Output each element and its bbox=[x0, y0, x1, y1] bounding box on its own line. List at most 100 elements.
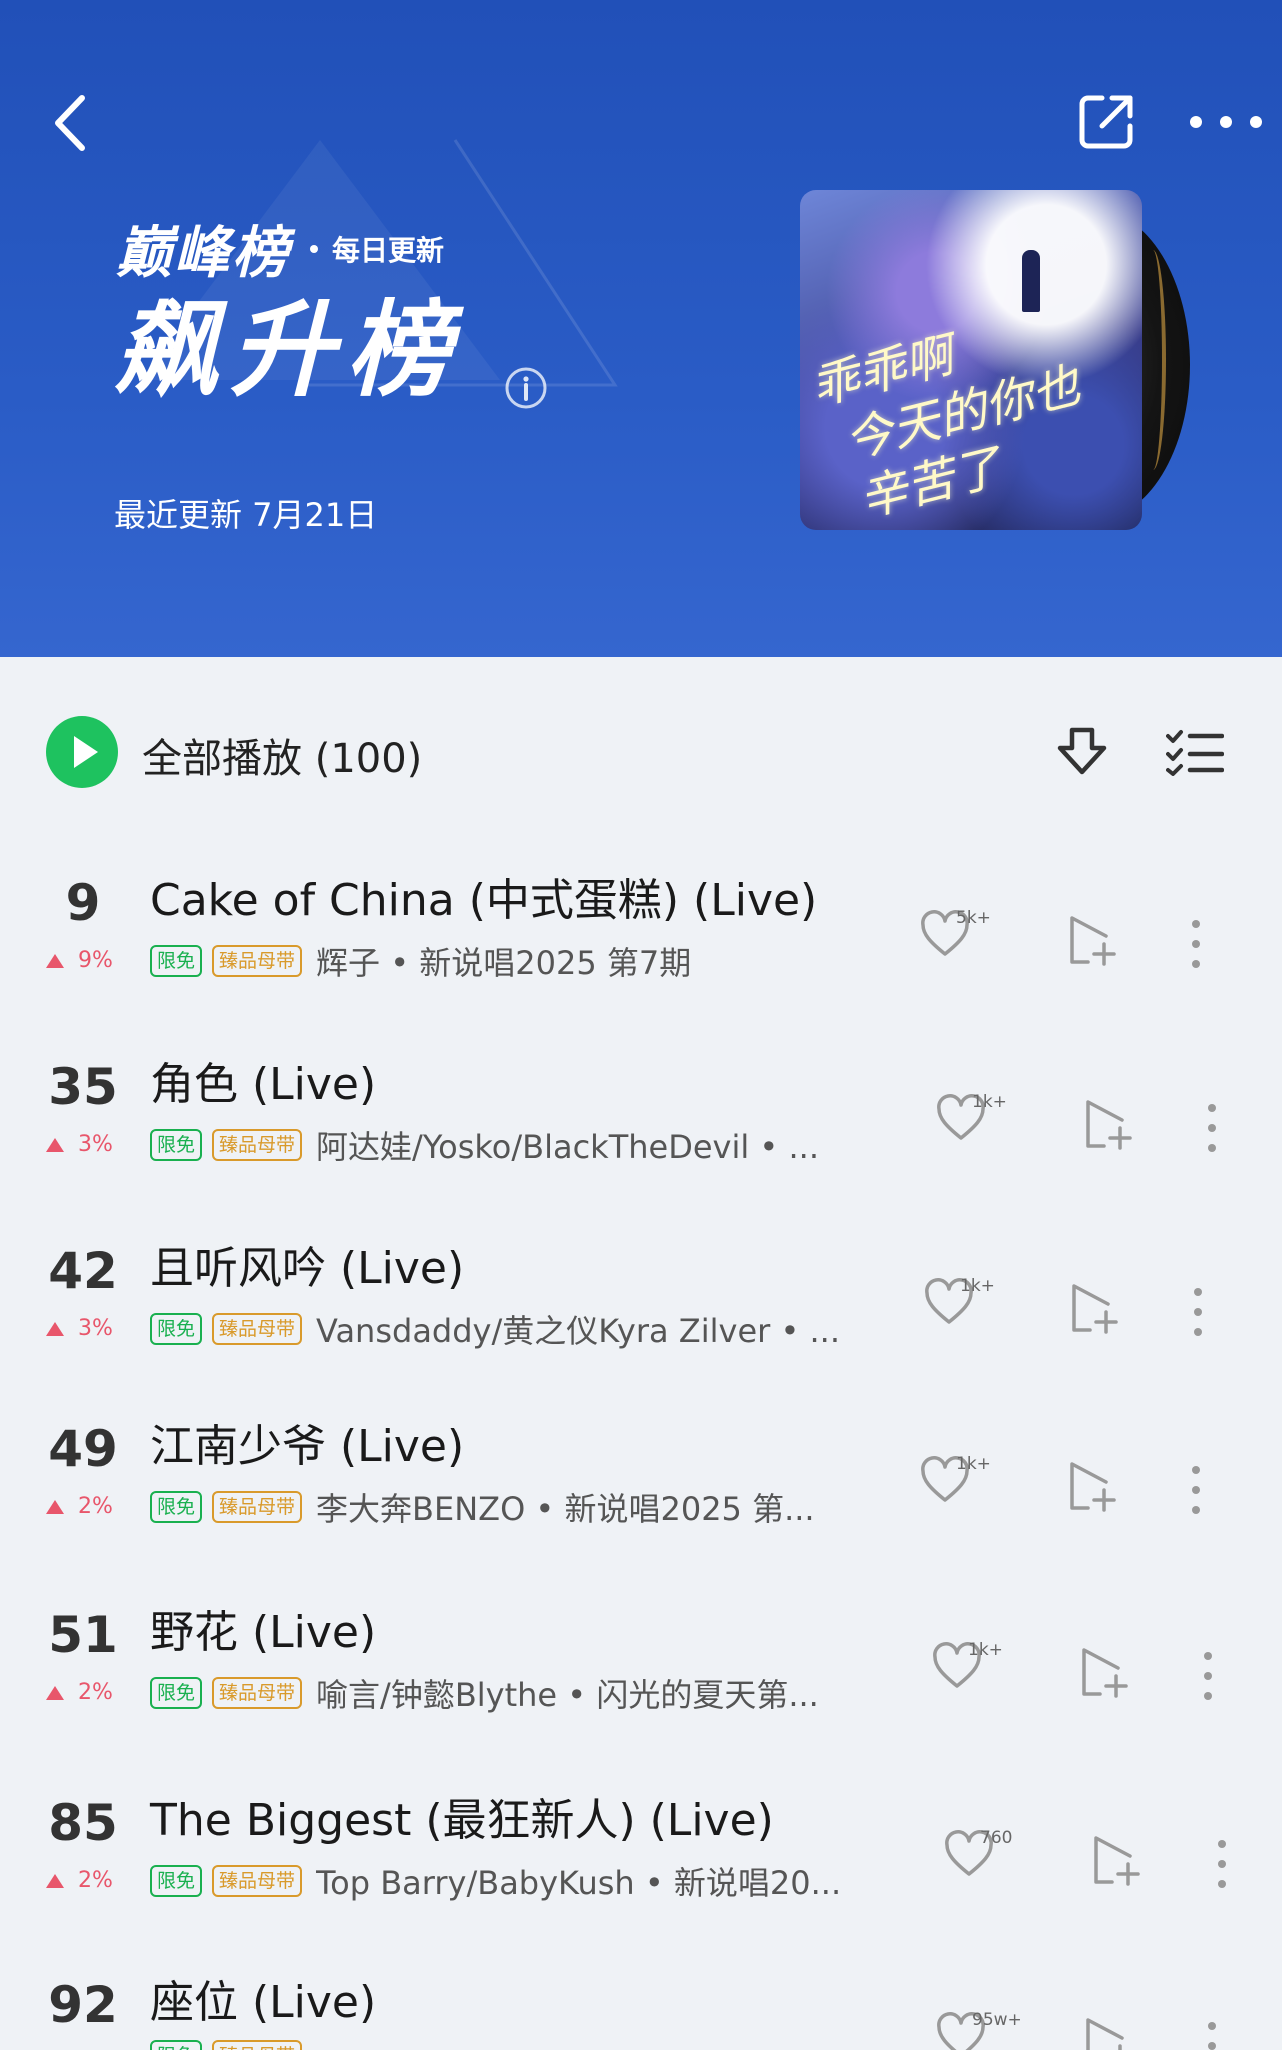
rank-change: 3% bbox=[46, 1132, 113, 1157]
song-title: 江南少爷 (Live) bbox=[150, 1421, 465, 1472]
free-badge: 限免 bbox=[150, 1865, 203, 1897]
cover-artwork-text: 乖乖啊 今天的你也 辛苦了 bbox=[805, 327, 1086, 529]
song-title: The Biggest (最狂新人) (Live) bbox=[150, 1795, 774, 1846]
rank-number: 92 bbox=[48, 1976, 118, 2034]
master-quality-badge: 臻品母带 bbox=[212, 945, 303, 977]
add-to-playlist-icon[interactable] bbox=[1080, 1096, 1136, 1152]
free-badge: 限免 bbox=[150, 1491, 203, 1523]
like-count: 1k+ bbox=[968, 1640, 1003, 1660]
play-all-bar: 全部播放 (100) bbox=[0, 700, 1282, 804]
song-row[interactable]: 9 9% Cake of China (中式蛋糕) (Live) 限免 臻品母带… bbox=[0, 858, 1282, 1038]
song-meta: 限免 臻品母带 bbox=[150, 2040, 900, 2050]
like-count: 760 bbox=[980, 1828, 1013, 1848]
artist-album: 李大奔BENZO • 新说唱2025 第... bbox=[316, 1490, 815, 1528]
vertical-more-icon[interactable] bbox=[1202, 2020, 1222, 2050]
song-title: 角色 (Live) bbox=[150, 1059, 377, 1110]
like-button[interactable]: 1k+ bbox=[924, 1276, 1004, 1338]
vertical-more-icon[interactable] bbox=[1212, 1838, 1232, 1890]
artist-album: 辉子 • 新说唱2025 第7期 bbox=[316, 944, 692, 982]
song-meta: 限免 臻品母带 喻言/钟懿Blythe • 闪光的夏天第... bbox=[150, 1670, 900, 1716]
brand-separator-dot bbox=[310, 244, 318, 253]
free-badge: 限免 bbox=[150, 2040, 203, 2050]
free-badge: 限免 bbox=[150, 1313, 203, 1345]
free-badge: 限免 bbox=[150, 1129, 203, 1161]
like-count: 95w+ bbox=[972, 2010, 1022, 2030]
page-title: 飙升榜 bbox=[114, 289, 463, 411]
master-quality-badge: 臻品母带 bbox=[212, 1313, 303, 1345]
like-button[interactable]: 5k+ bbox=[920, 908, 1000, 970]
song-row[interactable]: 35 3% 角色 (Live) 限免 臻品母带 阿达娃/Yosko/BlackT… bbox=[0, 1042, 1282, 1222]
add-to-playlist-icon[interactable] bbox=[1088, 1832, 1144, 1888]
master-quality-badge: 臻品母带 bbox=[212, 1677, 303, 1709]
artist-album: Top Barry/BabyKush • 新说唱20... bbox=[316, 1864, 842, 1902]
add-to-playlist-icon[interactable] bbox=[1064, 912, 1120, 968]
download-icon[interactable] bbox=[1054, 724, 1110, 780]
rise-arrow-icon bbox=[46, 1321, 64, 1336]
rise-arrow-icon bbox=[46, 953, 64, 968]
like-count: 1k+ bbox=[960, 1276, 995, 1296]
song-row[interactable]: 42 3% 且听风吟 (Live) 限免 臻品母带 Vansdaddy/黄之仪K… bbox=[0, 1226, 1282, 1406]
like-count: 5k+ bbox=[956, 908, 991, 928]
vertical-more-icon[interactable] bbox=[1188, 1286, 1208, 1338]
master-quality-badge: 臻品母带 bbox=[212, 2040, 303, 2050]
free-badge: 限免 bbox=[150, 945, 203, 977]
song-row[interactable]: 51 2% 野花 (Live) 限免 臻品母带 喻言/钟懿Blythe • 闪光… bbox=[0, 1590, 1282, 1770]
song-title: Cake of China (中式蛋糕) (Live) bbox=[150, 875, 818, 926]
share-icon[interactable] bbox=[1078, 94, 1134, 150]
song-row[interactable]: 85 2% The Biggest (最狂新人) (Live) 限免 臻品母带 … bbox=[0, 1778, 1282, 1958]
song-row[interactable]: 49 2% 江南少爷 (Live) 限免 臻品母带 李大奔BENZO • 新说唱… bbox=[0, 1404, 1282, 1584]
rise-arrow-icon bbox=[46, 1137, 64, 1152]
more-icon[interactable] bbox=[1186, 110, 1266, 134]
master-quality-badge: 臻品母带 bbox=[212, 1865, 303, 1897]
rank-number: 9 bbox=[65, 874, 101, 932]
rank-number: 51 bbox=[48, 1606, 118, 1664]
like-button[interactable]: 1k+ bbox=[936, 1092, 1016, 1154]
song-meta: 限免 臻品母带 辉子 • 新说唱2025 第7期 bbox=[150, 938, 900, 984]
multi-select-icon[interactable] bbox=[1166, 728, 1224, 776]
song-meta: 限免 臻品母带 Vansdaddy/黄之仪Kyra Zilver • ... bbox=[150, 1306, 900, 1352]
add-to-playlist-icon[interactable] bbox=[1080, 2014, 1136, 2050]
brand-line: 巅峰榜 每日更新 bbox=[116, 208, 444, 289]
update-date: 最近更新 7月21日 bbox=[114, 496, 378, 534]
vertical-more-icon[interactable] bbox=[1202, 1102, 1222, 1154]
like-button[interactable]: 95w+ bbox=[936, 2010, 1022, 2050]
artist-album: 阿达娃/Yosko/BlackTheDevil • ... bbox=[316, 1128, 819, 1166]
back-icon[interactable] bbox=[48, 90, 98, 156]
like-button[interactable]: 1k+ bbox=[932, 1640, 1012, 1702]
song-meta: 限免 臻品母带 李大奔BENZO • 新说唱2025 第... bbox=[150, 1484, 900, 1530]
like-count: 1k+ bbox=[956, 1454, 991, 1474]
song-row[interactable]: 92 座位 (Live) 限免 臻品母带 95w+ bbox=[0, 1960, 1282, 2050]
add-to-playlist-icon[interactable] bbox=[1076, 1644, 1132, 1700]
like-button[interactable]: 760 bbox=[944, 1828, 1024, 1890]
master-quality-badge: 臻品母带 bbox=[212, 1491, 303, 1523]
like-button[interactable]: 1k+ bbox=[920, 1454, 1000, 1516]
rise-arrow-icon bbox=[46, 1685, 64, 1700]
song-title: 座位 (Live) bbox=[150, 1977, 377, 2028]
vertical-more-icon[interactable] bbox=[1186, 918, 1206, 970]
rise-arrow-icon bbox=[46, 1499, 64, 1514]
rank-change: 3% bbox=[46, 1316, 113, 1341]
vertical-more-icon[interactable] bbox=[1198, 1650, 1218, 1702]
rank-change: 2% bbox=[46, 1680, 113, 1705]
album-cover[interactable]: 乖乖啊 今天的你也 辛苦了 bbox=[800, 190, 1142, 530]
play-all-label[interactable]: 全部播放 (100) bbox=[142, 726, 422, 784]
vinyl-rim bbox=[1140, 250, 1166, 470]
like-count: 1k+ bbox=[972, 1092, 1007, 1112]
vertical-more-icon[interactable] bbox=[1186, 1464, 1206, 1516]
add-to-playlist-icon[interactable] bbox=[1064, 1458, 1120, 1514]
chart-header: 巅峰榜 每日更新 飙升榜 最近更新 7月21日 乖乖啊 今天的你也 辛苦了 bbox=[0, 0, 1282, 657]
song-meta: 限免 臻品母带 Top Barry/BabyKush • 新说唱20... bbox=[150, 1858, 900, 1904]
rank-number: 35 bbox=[48, 1058, 118, 1116]
song-title: 且听风吟 (Live) bbox=[150, 1243, 465, 1294]
rank-change: 2% bbox=[46, 1868, 113, 1893]
rank-number: 42 bbox=[48, 1242, 118, 1300]
free-badge: 限免 bbox=[150, 1677, 203, 1709]
add-to-playlist-icon[interactable] bbox=[1066, 1280, 1122, 1336]
rank-change: 9% bbox=[46, 948, 113, 973]
rank-change: 2% bbox=[46, 1494, 113, 1519]
play-icon[interactable] bbox=[46, 716, 118, 788]
info-icon[interactable] bbox=[504, 366, 548, 410]
rank-number: 85 bbox=[48, 1794, 118, 1852]
rise-arrow-icon bbox=[46, 1873, 64, 1888]
master-quality-badge: 臻品母带 bbox=[212, 1129, 303, 1161]
